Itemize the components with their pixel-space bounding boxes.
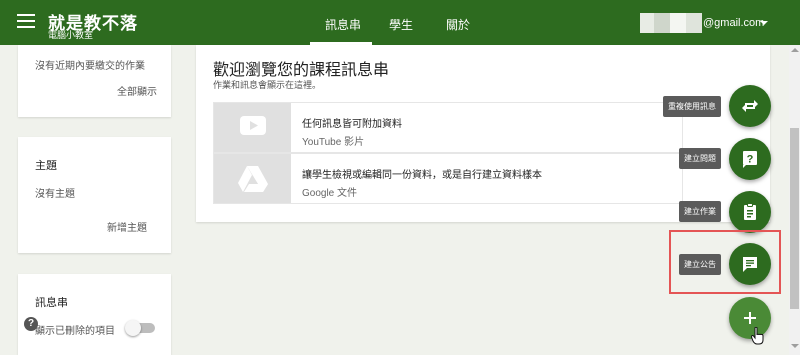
resource-type: YouTube 影片 [302, 137, 365, 148]
resource-item-youtube[interactable]: 任何訊息皆可附加資料 YouTube 影片 [213, 102, 683, 153]
account-email[interactable]: @gmail.com [703, 17, 764, 29]
stream-settings-title: 訊息串 [35, 297, 68, 309]
tab-about[interactable]: 關於 [446, 16, 470, 33]
scroll-down-arrow-icon[interactable] [791, 344, 799, 348]
reuse-post-label[interactable]: 重複使用訊息 [663, 96, 721, 117]
welcome-subtitle: 作業和訊息會顯示在這裡。 [213, 80, 322, 90]
youtube-thumbnail [214, 103, 291, 152]
drive-thumbnail [214, 154, 291, 203]
redacted-account-name [640, 13, 702, 33]
topics-card: 主題 沒有主題 新增主題 [18, 137, 171, 253]
resource-type: Google 文件 [302, 188, 358, 199]
upcoming-card: 沒有近期內要繳交的作業 全部顯示 [18, 45, 171, 117]
create-assignment-button[interactable] [729, 191, 771, 233]
repeat-icon [742, 100, 758, 112]
upcoming-empty-text: 沒有近期內要繳交的作業 [35, 61, 145, 72]
account-dropdown-icon[interactable] [760, 21, 768, 25]
stream-settings-card: 訊息串 顯示已刪除的項目 ? [18, 274, 171, 355]
top-app-bar: 就是教不落 電腦小教室 訊息串 學生 關於 @gmail.com [0, 0, 800, 45]
show-deleted-label: 顯示已刪除的項目 [35, 326, 115, 337]
welcome-title: 歡迎瀏覽您的課程訊息串 [213, 62, 390, 79]
clipboard-icon [744, 203, 756, 220]
toggle-knob [125, 320, 141, 336]
reuse-post-button[interactable] [729, 85, 771, 127]
hand-cursor-icon [751, 327, 764, 345]
scroll-up-arrow-icon[interactable] [791, 48, 799, 52]
resource-title: 任何訊息皆可附加資料 [302, 119, 402, 130]
hamburger-menu-icon[interactable] [17, 14, 35, 28]
topics-title: 主題 [35, 160, 57, 172]
create-assignment-label[interactable]: 建立作業 [679, 201, 721, 222]
view-all-link[interactable]: 全部顯示 [117, 83, 157, 98]
show-deleted-toggle[interactable] [125, 320, 155, 336]
svg-text:?: ? [747, 154, 754, 166]
plus-icon [744, 312, 756, 324]
scrollbar-thumb[interactable] [790, 128, 799, 309]
play-icon [240, 116, 266, 135]
resource-title: 讓學生檢視或編輯同一份資料，或是自行建立資料樣本 [302, 170, 542, 181]
class-subtitle: 電腦小教室 [48, 30, 94, 40]
highlight-annotation [669, 230, 781, 294]
google-drive-icon [238, 166, 268, 192]
resource-item-google-doc[interactable]: 讓學生檢視或編輯同一份資料，或是自行建立資料樣本 Google 文件 [213, 153, 683, 204]
tab-stream[interactable]: 訊息串 [325, 16, 361, 33]
question-icon: ? [743, 151, 757, 168]
add-topic-link[interactable]: 新增主題 [107, 219, 147, 234]
create-question-button[interactable]: ? [729, 138, 771, 180]
tab-students[interactable]: 學生 [389, 16, 413, 33]
stream-welcome-card: 歡迎瀏覽您的課程訊息串 作業和訊息會顯示在這裡。 任何訊息皆可附加資料 YouT… [196, 45, 770, 222]
create-question-label[interactable]: 建立問題 [679, 148, 721, 169]
topics-empty-text: 沒有主題 [35, 189, 75, 200]
help-icon[interactable]: ? [24, 317, 38, 331]
